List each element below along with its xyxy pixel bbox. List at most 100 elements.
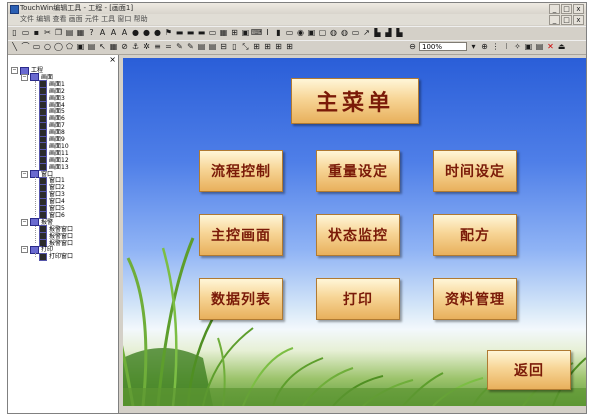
rect-icon[interactable]: ▭ (351, 28, 360, 37)
chart2-icon[interactable]: ▟ (384, 28, 393, 37)
chart-icon[interactable]: ▙ (373, 28, 382, 37)
anchor-icon[interactable]: ⚓ (131, 42, 140, 51)
return-button[interactable]: 返回 (487, 350, 571, 390)
close-button[interactable]: x (573, 4, 584, 14)
snap-icon[interactable]: ⁝ (502, 42, 511, 51)
maximize-button[interactable]: □ (561, 4, 572, 14)
settings-icon[interactable]: ▣ (524, 42, 533, 51)
pointer-icon[interactable]: ↖ (98, 42, 107, 51)
edit-icon[interactable]: ✎ (175, 42, 184, 51)
editor-window: TouchWin编辑工具 - 工程 - [画面1] _ □ x 文件 编辑 查看… (7, 2, 587, 414)
help-icon[interactable]: ? (87, 28, 96, 37)
font-smaller-icon[interactable]: A (120, 28, 129, 37)
zoom-dropdown-icon[interactable]: ▾ (469, 42, 478, 51)
flag-icon[interactable]: ⚑ (164, 28, 173, 37)
image-icon[interactable]: ▣ (307, 28, 316, 37)
menu-items[interactable]: 文件 编辑 查看 画面 元件 工具 窗口 帮助 (20, 14, 148, 25)
light-icon[interactable]: ● (153, 28, 162, 37)
align2-icon[interactable]: = (164, 42, 173, 51)
edit2-icon[interactable]: ✎ (186, 42, 195, 51)
bar-green-icon[interactable]: ▬ (175, 28, 184, 37)
resize-icon[interactable]: ⤡ (241, 42, 250, 51)
copy-icon[interactable]: ❐ (54, 28, 63, 37)
bar-red-icon[interactable]: ▬ (197, 28, 206, 37)
download-icon[interactable]: ⏏ (557, 42, 566, 51)
new-file-icon[interactable]: ▯ (10, 28, 19, 37)
grid-toggle-icon[interactable]: ⋮ (491, 42, 500, 51)
slider-icon[interactable]: ▮ (274, 28, 283, 37)
collapse-icon[interactable]: − (21, 246, 28, 254)
rect-draw-icon[interactable]: ▭ (32, 42, 41, 51)
zoom-field[interactable]: 100% (419, 42, 467, 51)
open-folder-icon[interactable]: ▭ (21, 28, 30, 37)
no-icon[interactable]: ⊘ (120, 42, 129, 51)
magic-icon[interactable]: ✧ (513, 42, 522, 51)
button-icon[interactable]: ▭ (285, 28, 294, 37)
zoom-out-icon[interactable]: ⊖ (408, 42, 417, 51)
weight-setting-button[interactable]: 重量设定 (316, 150, 400, 192)
ball-icon[interactable]: ● (142, 28, 151, 37)
chart3-icon[interactable]: ▙ (395, 28, 404, 37)
align-icon[interactable]: ≡ (153, 42, 162, 51)
picture-frame-icon[interactable]: ▤ (87, 42, 96, 51)
picture-icon[interactable]: ▣ (241, 28, 250, 37)
layer2-icon[interactable]: ▤ (208, 42, 217, 51)
distribute-icon[interactable]: ⊞ (252, 42, 261, 51)
group-icon[interactable]: ⊟ (219, 42, 228, 51)
text-icon[interactable]: A (98, 28, 107, 37)
tree-item[interactable]: 打印窗口 (39, 252, 73, 261)
time-setting-button[interactable]: 时间设定 (433, 150, 517, 192)
frame-icon[interactable]: ▭ (208, 28, 217, 37)
window-icon[interactable]: ▢ (318, 28, 327, 37)
wand-icon[interactable]: ✲ (142, 42, 151, 51)
paste-icon[interactable]: ▤ (65, 28, 74, 37)
main-control-button[interactable]: 主控画面 (199, 214, 283, 256)
status-monitor-button[interactable]: 状态监控 (316, 214, 400, 256)
table-icon[interactable]: ▦ (219, 28, 228, 37)
screen-canvas: 主菜单 流程控制 重量设定 时间设定 主控画面 状态监控 配方 数据列表 打印 … (123, 58, 586, 406)
data-list-button[interactable]: 数据列表 (199, 278, 283, 320)
child-close-button[interactable]: x (573, 15, 584, 25)
print-button[interactable]: 打印 (316, 278, 400, 320)
arc-icon[interactable]: ⌒ (21, 42, 30, 51)
distribute3-icon[interactable]: ⊞ (274, 42, 283, 51)
tree-close-icon[interactable]: × (109, 55, 116, 64)
data-management-button[interactable]: 资料管理 (433, 278, 517, 320)
globe-icon[interactable]: ◍ (329, 28, 338, 37)
trend-icon[interactable]: ↗ (362, 28, 371, 37)
ellipse-icon[interactable]: ○ (43, 42, 52, 51)
horizontal-scrollbar[interactable] (123, 406, 586, 413)
polygon-icon[interactable]: ⬠ (65, 42, 74, 51)
collapse-icon[interactable]: − (11, 67, 18, 74)
zoom-in-icon[interactable]: ⊕ (480, 42, 489, 51)
distribute4-icon[interactable]: ⊞ (285, 42, 294, 51)
font-bigger-icon[interactable]: A (109, 28, 118, 37)
print-icon[interactable]: ▦ (76, 28, 85, 37)
save-icon[interactable]: ▪ (32, 28, 41, 37)
child-minimize-button[interactable]: _ (549, 15, 560, 25)
collapse-icon[interactable]: − (21, 170, 28, 178)
globe2-icon[interactable]: ◍ (340, 28, 349, 37)
grid-icon[interactable]: ⊞ (230, 28, 239, 37)
collapse-icon[interactable]: − (21, 218, 28, 226)
bar-blue-icon[interactable]: ▬ (186, 28, 195, 37)
line-icon[interactable]: ╲ (10, 42, 19, 51)
layer-icon[interactable]: ▤ (197, 42, 206, 51)
flow-control-button[interactable]: 流程控制 (199, 150, 283, 192)
cut-icon[interactable]: ✂ (43, 28, 52, 37)
image-tool-icon[interactable]: ▦ (109, 42, 118, 51)
distribute2-icon[interactable]: ⊞ (263, 42, 272, 51)
collapse-icon[interactable]: − (21, 73, 28, 81)
fill-rect-icon[interactable]: ▣ (76, 42, 85, 51)
delete-icon[interactable]: ✕ (546, 42, 555, 51)
minimize-button[interactable]: _ (549, 4, 560, 14)
lamp-icon[interactable]: ● (131, 28, 140, 37)
doc-icon[interactable]: ▯ (230, 42, 239, 51)
keyboard-icon[interactable]: ⌨ (251, 28, 263, 37)
export-icon[interactable]: ▤ (535, 42, 544, 51)
circle-icon[interactable]: ◯ (54, 42, 63, 51)
recipe-button[interactable]: 配方 (433, 214, 517, 256)
alarm-icon[interactable]: ◉ (296, 28, 305, 37)
child-maximize-button[interactable]: □ (561, 15, 572, 25)
cursor-icon[interactable]: I (263, 28, 272, 37)
